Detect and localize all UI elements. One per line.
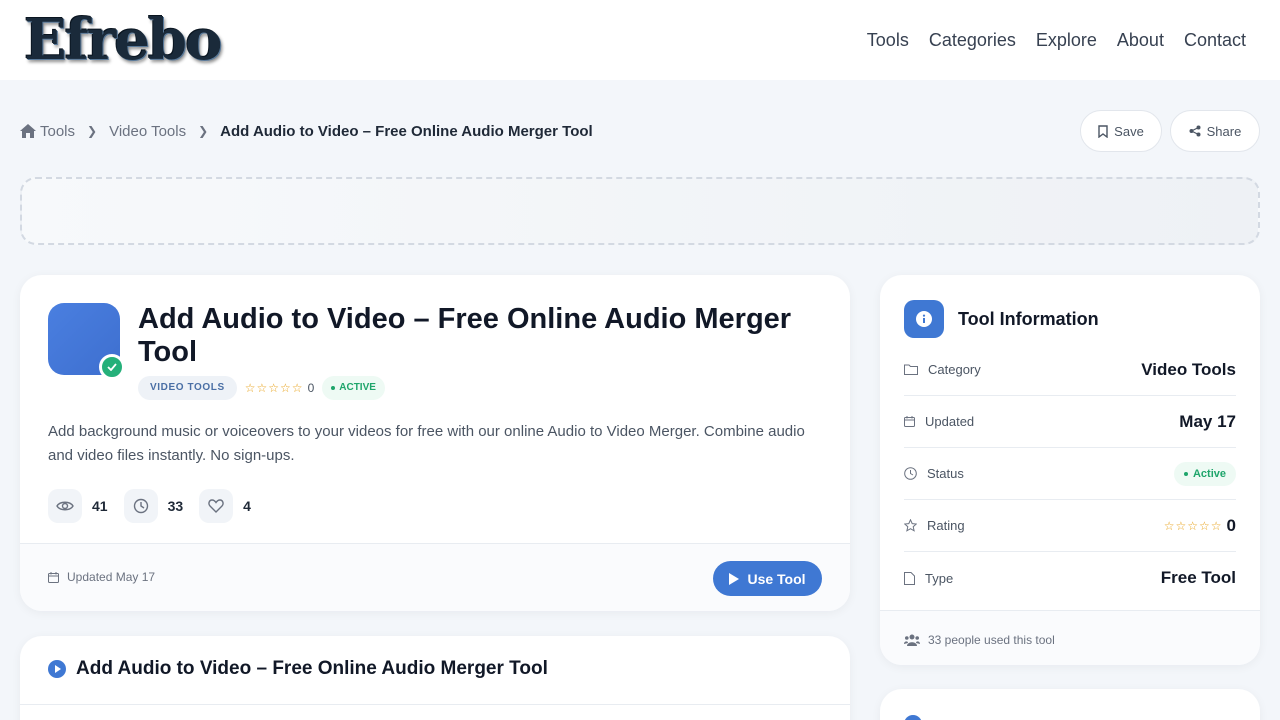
tool-card: Add Audio to Video – Free Online Audio M… (20, 275, 850, 611)
category-label: Category (928, 362, 981, 377)
status-dot-icon (331, 386, 336, 390)
section-title: Add Audio to Video – Free Online Audio M… (76, 658, 548, 679)
status-value: Active (1192, 467, 1226, 480)
section-header: Add Audio to Video – Free Online Audio M… (48, 658, 548, 680)
calendar-icon (48, 571, 59, 583)
main-nav: Tools Categories Explore About Contact (867, 28, 1246, 52)
tool-title: Add Audio to Video – Free Online Audio M… (138, 303, 792, 368)
clock-icon (123, 489, 158, 523)
row-label: Rating (904, 518, 965, 533)
nav-categories[interactable]: Categories (929, 28, 1016, 52)
nav-tools[interactable]: Tools (867, 28, 909, 52)
status-label: Status (927, 466, 964, 481)
uses-stat: 33 (123, 489, 184, 523)
nav-about[interactable]: About (1117, 28, 1164, 52)
breadcrumb-video-tools[interactable]: Video Tools (109, 123, 186, 140)
status-badge-label: ACTIVE (339, 382, 376, 393)
folder-icon (904, 364, 918, 375)
type-value: Free Tool (1160, 568, 1236, 587)
site-logo[interactable]: Efrebo (24, 8, 222, 72)
nav-contact[interactable]: Contact (1184, 28, 1246, 52)
updated-info: Updated May 17 (48, 570, 155, 584)
row-label: Type (904, 571, 953, 586)
verified-check-icon (99, 354, 125, 380)
rating-stars: ☆☆☆☆☆ (244, 381, 304, 395)
info-row-rating: Rating ☆☆☆☆☆ 0 (904, 500, 1236, 552)
use-tool-button[interactable]: Use Tool (713, 561, 822, 596)
heart-icon[interactable] (199, 489, 234, 523)
tool-meta: VIDEO TOOLS ☆☆☆☆☆ 0 ACTIVE (138, 376, 385, 400)
rating-count: 0 (307, 381, 315, 395)
section-divider (20, 704, 850, 705)
share-button[interactable]: Share (1170, 110, 1260, 152)
tool-information-panel: Tool Information Category Video Tools Up… (880, 275, 1260, 665)
info-row-status: Status Active (904, 448, 1236, 500)
row-label: Status (904, 466, 964, 481)
panel-header: Tool Information (904, 300, 1099, 338)
play-icon (729, 572, 740, 585)
save-label: Save (1114, 123, 1144, 139)
eye-icon (48, 489, 82, 523)
type-label: Type (925, 570, 954, 586)
panel-title: Tool Information (958, 308, 1099, 329)
home-icon (20, 124, 36, 138)
rating-value: 0 (1226, 515, 1236, 535)
play-circle-icon (48, 660, 66, 678)
bookmark-icon (1098, 124, 1108, 138)
star-icon (904, 519, 917, 532)
file-icon (904, 571, 915, 585)
rating-label: Rating (927, 518, 965, 533)
usage-info: 33 people used this tool (904, 633, 1055, 647)
info-row-category: Category Video Tools (904, 344, 1236, 396)
save-button[interactable]: Save (1080, 110, 1162, 152)
views-stat: 41 (48, 489, 108, 523)
chevron-right-icon: ❯ (87, 124, 98, 138)
tool-section-card: Add Audio to Video – Free Online Audio M… (20, 636, 850, 720)
share-icon (1189, 125, 1201, 137)
info-icon (904, 300, 944, 338)
info-row-updated: Updated May 17 (904, 396, 1236, 448)
tool-card-footer: Updated May 17 Use Tool (20, 543, 850, 611)
rating-stars: ☆☆☆☆☆ (1163, 518, 1223, 533)
use-tool-label: Use Tool (747, 570, 806, 587)
row-label: Updated (904, 414, 974, 429)
ad-placeholder (20, 177, 1260, 245)
views-count: 41 (92, 498, 108, 514)
breadcrumb: Tools ❯ Video Tools ❯ Add Audio to Video… (20, 121, 593, 141)
updated-text: Updated May 17 (67, 570, 156, 584)
info-row-type: Type Free Tool (904, 552, 1236, 604)
category-value[interactable]: Video Tools (1141, 360, 1236, 380)
tool-stats: 41 33 4 (48, 489, 251, 523)
calendar-icon (904, 416, 915, 427)
row-label: Category (904, 362, 981, 377)
top-navbar: Efrebo Tools Categories Explore About Co… (0, 0, 1280, 80)
users-icon (904, 634, 920, 646)
chevron-right-icon: ❯ (198, 124, 209, 138)
likes-count: 4 (243, 498, 251, 514)
panel-footer: 33 people used this tool (880, 610, 1260, 665)
rating-display: ☆☆☆☆☆ 0 (1164, 516, 1236, 536)
breadcrumb-tools[interactable]: Tools (40, 123, 75, 140)
category-badge[interactable]: VIDEO TOOLS (138, 376, 237, 400)
uses-count: 33 (167, 498, 184, 514)
likes-stat[interactable]: 4 (199, 489, 251, 523)
updated-value: May 17 (1179, 411, 1236, 431)
share-label: Share (1206, 123, 1242, 139)
breadcrumb-current: Add Audio to Video – Free Online Audio M… (220, 122, 593, 140)
clock-icon (904, 467, 917, 480)
status-dot-icon (1183, 471, 1188, 476)
nav-explore[interactable]: Explore (1036, 28, 1097, 52)
secondary-side-card (880, 689, 1260, 720)
status-value-badge: Active (1173, 461, 1236, 486)
tool-description: Add background music or voiceovers to yo… (48, 423, 805, 464)
status-badge: ACTIVE (322, 376, 385, 400)
section-icon (904, 715, 922, 720)
updated-label: Updated (925, 414, 975, 429)
usage-text: 33 people used this tool (928, 633, 1055, 647)
